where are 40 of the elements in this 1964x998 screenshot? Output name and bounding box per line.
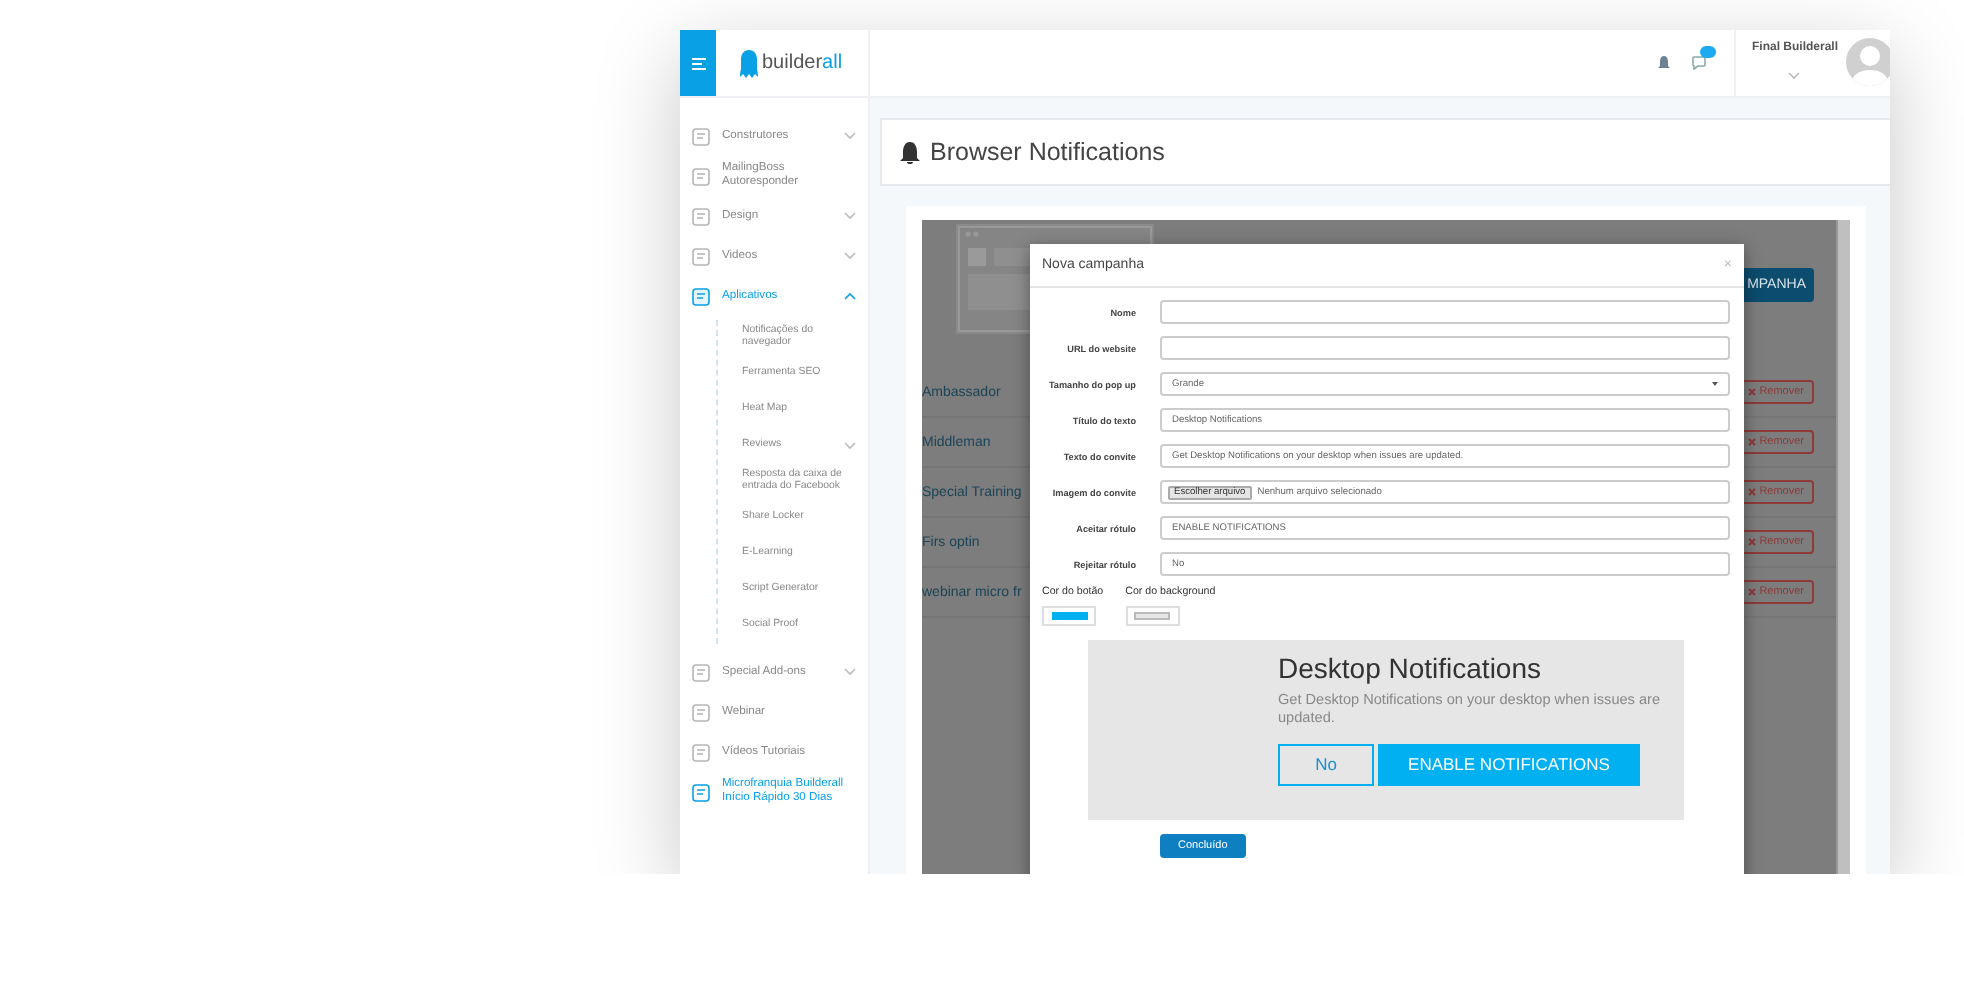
color-picker[interactable] <box>1042 606 1096 626</box>
menu-icon <box>691 57 705 69</box>
menu-item-icon <box>692 207 710 225</box>
chevron-icon[interactable] <box>844 292 856 300</box>
chevron-icon[interactable] <box>844 252 856 260</box>
chevron-icon[interactable] <box>844 212 856 220</box>
menu-button[interactable] <box>680 30 716 96</box>
page-title: Browser Notifications <box>930 138 1165 166</box>
logo-text: builderall <box>762 52 843 74</box>
preview-title: Desktop Notifications <box>1278 652 1544 684</box>
menu-item-icon <box>692 663 710 681</box>
input-field[interactable] <box>1160 336 1730 360</box>
octopus-logo-icon <box>740 49 758 77</box>
bell-icon <box>900 141 920 163</box>
menu-item-icon <box>692 783 710 801</box>
dropdown-arrow-icon <box>1712 382 1718 386</box>
x-icon <box>1747 538 1756 546</box>
reject-button[interactable]: No <box>1278 743 1374 786</box>
accept-button[interactable]: ENABLE NOTIFICATIONS <box>1378 743 1640 786</box>
chevron-icon[interactable] <box>844 132 856 140</box>
menu-item-icon <box>692 167 710 185</box>
x-icon <box>1747 438 1756 446</box>
menu-item-icon <box>692 127 710 145</box>
scrollbar[interactable] <box>1836 220 1850 874</box>
menu-item-icon <box>692 743 710 761</box>
x-icon <box>1747 588 1756 596</box>
notification-badge <box>1699 46 1716 58</box>
chevron-icon[interactable] <box>1788 72 1801 80</box>
input-field[interactable] <box>1160 300 1730 324</box>
chevron-icon[interactable] <box>844 442 856 450</box>
menu-item-icon <box>692 287 710 305</box>
avatar[interactable] <box>1846 38 1890 86</box>
x-icon <box>1747 488 1756 496</box>
menu-item-icon <box>692 703 710 721</box>
chevron-icon[interactable] <box>844 668 856 676</box>
chat-icon[interactable] <box>1691 56 1706 70</box>
color-picker[interactable] <box>1125 606 1180 626</box>
bell-icon[interactable] <box>1657 56 1670 70</box>
x-icon <box>1747 388 1756 396</box>
menu-item-icon <box>692 247 710 265</box>
